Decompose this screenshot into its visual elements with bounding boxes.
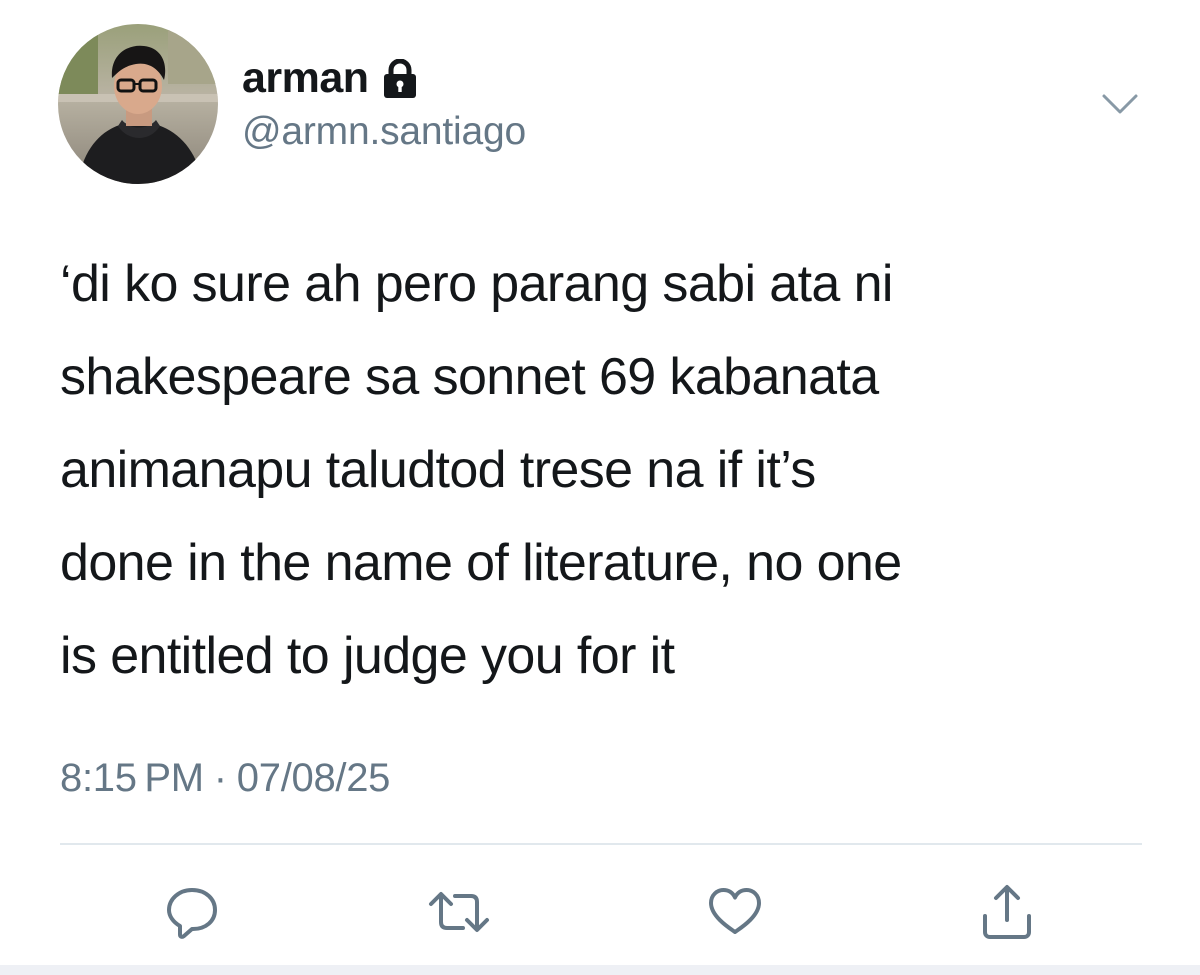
divider	[60, 843, 1142, 845]
lock-icon	[381, 58, 419, 99]
reply-icon	[167, 888, 217, 939]
tweet-time: 8:15 PM	[60, 756, 204, 800]
tweet-text-line: done in the name of literature, no one	[60, 534, 902, 592]
tweet-text-line: animanapu taludtod trese na if it’s	[60, 441, 816, 499]
timestamp-separator: ·	[213, 756, 227, 800]
share-button[interactable]	[975, 880, 1039, 944]
heart-icon	[709, 888, 761, 934]
tweet-text: ‘di ko sure ah pero parang sabi ata ni s…	[60, 238, 1160, 703]
share-icon	[983, 885, 1031, 939]
tweet-text-line: ‘di ko sure ah pero parang sabi ata ni	[60, 255, 893, 313]
tweet-card: arman @armn.santiago ‘di ko sure ah pero…	[0, 0, 1200, 975]
user-handle[interactable]: @armn.santiago	[242, 110, 526, 154]
tweet-text-line: shakespeare sa sonnet 69 kabanata	[60, 348, 879, 406]
avatar-photo	[58, 24, 218, 184]
avatar[interactable]	[58, 24, 218, 184]
retweet-button[interactable]	[427, 880, 491, 944]
bottom-edge	[0, 965, 1200, 975]
display-name[interactable]: arman	[242, 54, 369, 103]
user-info: arman @armn.santiago	[242, 52, 526, 154]
chevron-down-icon[interactable]	[1098, 86, 1142, 122]
tweet-text-line: is entitled to judge you for it	[60, 627, 675, 685]
reply-button[interactable]	[160, 880, 224, 944]
like-button[interactable]	[703, 880, 767, 944]
tweet-date: 07/08/25	[236, 756, 391, 800]
retweet-icon	[429, 892, 489, 932]
tweet-timestamp[interactable]: 8:15 PM · 07/08/25	[60, 756, 390, 801]
display-name-row: arman	[242, 52, 526, 104]
